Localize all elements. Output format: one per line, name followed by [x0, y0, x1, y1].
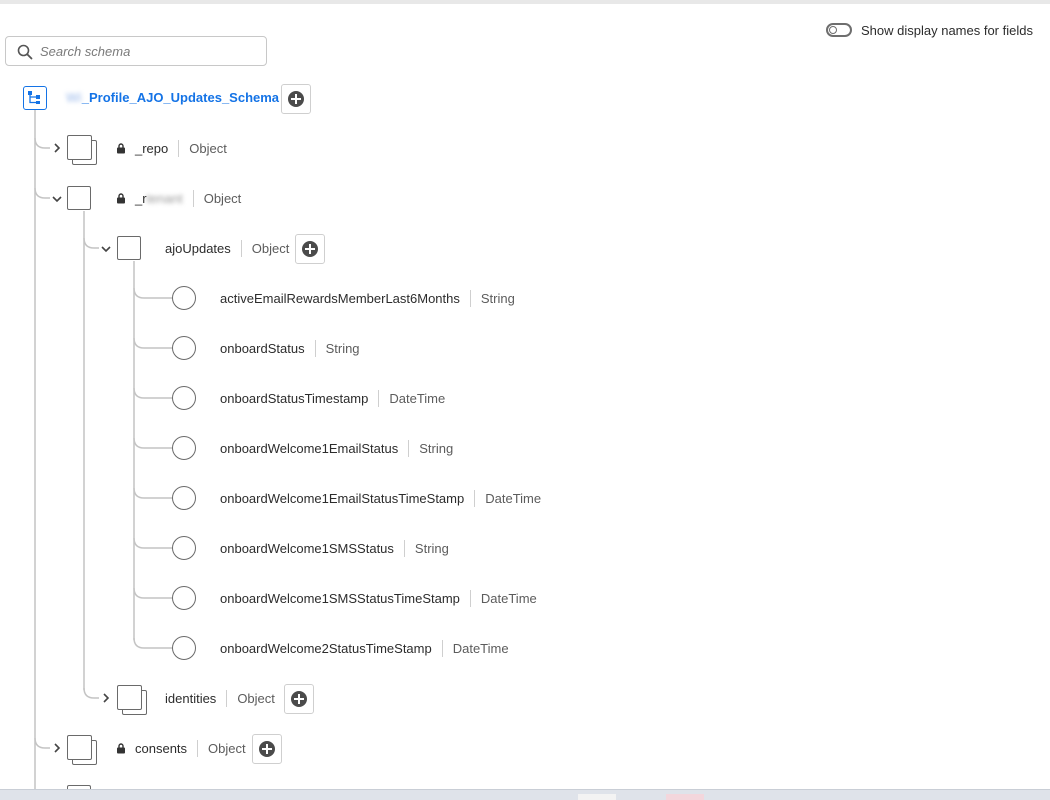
add-field-button-ajoupdates[interactable]	[295, 234, 325, 264]
schema-name: _Profile_AJO_Updates_Schema	[81, 90, 280, 105]
add-icon	[291, 691, 307, 707]
tree-node-ajoupdates[interactable]: ajoUpdates Object	[165, 238, 289, 258]
separator	[469, 589, 471, 607]
tree-node-tenant[interactable]: _rtenant Object	[116, 188, 241, 208]
field-type: Object	[189, 140, 227, 156]
add-field-button-identities[interactable]	[284, 684, 314, 714]
tree-connector-lines	[34, 110, 172, 790]
field-name: activeEmailRewardsMemberLast6Months	[220, 290, 460, 306]
schema-root-icon	[23, 86, 47, 110]
tree-node-identities[interactable]: identities Object	[165, 688, 275, 708]
field-icon	[172, 386, 196, 410]
lock-icon	[117, 742, 125, 753]
field-name: onboardStatus	[220, 340, 305, 356]
field-type: DateTime	[389, 390, 446, 406]
add-icon	[288, 91, 304, 107]
field-type: Object	[203, 190, 242, 206]
lock-icon	[117, 142, 125, 153]
object-icon	[117, 236, 141, 260]
field-type: Object	[237, 690, 275, 706]
field-type: Object	[208, 740, 246, 756]
field-name: onboardStatusTimestamp	[220, 390, 369, 406]
tree-leaf-field[interactable]: onboardWelcome1EmailStatusTimeStamp DateT…	[220, 488, 541, 508]
tree-leaf-field[interactable]: onboardStatusTimestamp DateTime	[220, 388, 445, 408]
field-name: onboardWelcome1SMSStatusTimeStamp	[220, 590, 460, 606]
field-type: String	[419, 440, 454, 456]
separator	[474, 489, 476, 507]
separator	[314, 339, 316, 357]
field-name: _rtenant	[135, 190, 183, 206]
field-type: String	[414, 540, 449, 556]
separator	[197, 739, 199, 757]
field-name: onboardWelcome1EmailStatus	[220, 440, 399, 456]
field-name: onboardWelcome2StatusTimeStamp	[220, 640, 432, 656]
separator	[403, 539, 405, 557]
object-array-icon	[67, 735, 97, 765]
tree-leaf-field[interactable]: onboardWelcome1SMSStatus String	[220, 538, 449, 558]
field-type: String	[480, 290, 515, 306]
add-field-button-consents[interactable]	[252, 734, 282, 764]
taskbar-strip	[0, 789, 1050, 800]
field-name: onboardWelcome1EmailStatusTimeStamp	[220, 490, 465, 506]
field-name: consents	[135, 740, 188, 756]
field-icon	[172, 286, 196, 310]
tree-leaf-field[interactable]: onboardWelcome2StatusTimeStamp DateTime	[220, 638, 509, 658]
field-icon	[172, 636, 196, 660]
hierarchy-icon	[28, 91, 40, 104]
tree-leaf-field[interactable]: onboardWelcome1SMSStatusTimeStamp DateTim…	[220, 588, 537, 608]
separator	[378, 389, 380, 407]
separator	[192, 189, 194, 207]
add-field-button-root[interactable]	[281, 84, 311, 114]
tree-leaf-field[interactable]: activeEmailRewardsMemberLast6Months Strin…	[220, 288, 515, 308]
schema-root-name[interactable]: Wi_Profile_AJO_Updates_Schema	[66, 90, 279, 105]
field-name: identities	[165, 690, 217, 706]
object-array-icon	[67, 135, 97, 165]
field-icon	[172, 336, 196, 360]
redacted-prefix: Wi	[66, 90, 82, 105]
chevron-down-icon[interactable]	[52, 194, 62, 204]
field-name: _repo	[135, 140, 169, 156]
add-icon	[302, 241, 318, 257]
tree-leaf-field[interactable]: onboardStatus String	[220, 338, 360, 358]
object-array-icon	[117, 685, 147, 715]
field-type: String	[325, 340, 360, 356]
taskbar-item	[666, 794, 704, 800]
field-type: DateTime	[452, 640, 509, 656]
field-type: Object	[251, 240, 290, 256]
field-icon	[172, 586, 196, 610]
chevron-right-icon[interactable]	[52, 743, 62, 753]
separator	[469, 289, 471, 307]
chevron-right-icon[interactable]	[101, 693, 111, 703]
separator	[441, 639, 443, 657]
field-type: DateTime	[480, 590, 537, 606]
field-name: ajoUpdates	[165, 240, 231, 256]
chevron-right-icon[interactable]	[52, 143, 62, 153]
taskbar-item	[578, 794, 616, 800]
chevron-down-icon[interactable]	[101, 244, 111, 254]
object-icon	[67, 186, 91, 210]
field-icon	[172, 486, 196, 510]
separator	[178, 139, 180, 157]
separator	[240, 239, 242, 257]
redacted-name: tenant	[146, 190, 183, 206]
lock-icon	[117, 192, 125, 203]
tree-node-repo[interactable]: _repo Object	[116, 138, 227, 158]
add-icon	[259, 741, 275, 757]
field-icon	[172, 436, 196, 460]
separator	[226, 689, 228, 707]
tree-node-consents[interactable]: consents Object	[116, 738, 246, 758]
field-type: DateTime	[485, 490, 542, 506]
field-name: onboardWelcome1SMSStatus	[220, 540, 394, 556]
separator	[408, 439, 410, 457]
field-icon	[172, 536, 196, 560]
tree-leaf-field[interactable]: onboardWelcome1EmailStatus String	[220, 438, 453, 458]
